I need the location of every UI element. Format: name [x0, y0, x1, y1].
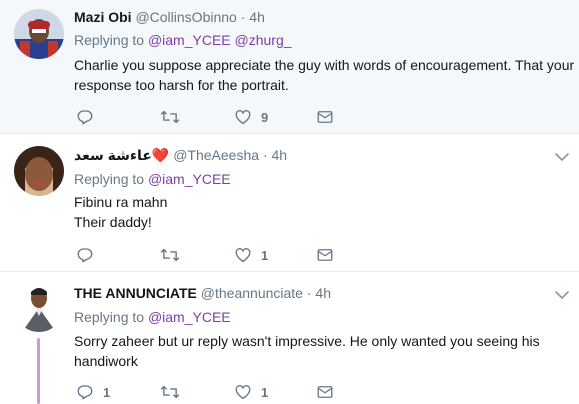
tweet-text: Fibinu ra mahn Their daddy! — [74, 192, 564, 232]
user-handle[interactable]: @TheAeesha — [173, 147, 259, 163]
tweet-header: Mazi Obi @CollinsObinno · 4h — [74, 8, 265, 26]
like-button[interactable]: 1 — [234, 382, 268, 402]
reply-icon — [77, 385, 93, 400]
retweet-icon — [160, 110, 180, 124]
envelope-icon — [317, 249, 333, 261]
retweet-button[interactable] — [160, 382, 189, 402]
retweet-button[interactable] — [160, 107, 189, 127]
replying-to-label: Replying to — [74, 309, 145, 325]
timestamp[interactable]: 4h — [315, 285, 331, 301]
timestamp[interactable]: 4h — [249, 9, 265, 25]
replying-to: Replying to @iam_YCEE — [74, 308, 231, 326]
user-handle[interactable]: @theannunciate — [201, 285, 303, 301]
tweet-actions: 1 1 — [74, 382, 374, 402]
reply-button[interactable] — [76, 107, 103, 127]
separator-dot: · — [240, 9, 246, 25]
mention-link[interactable]: @iam_YCEE — [148, 171, 231, 187]
mention-link[interactable]: @iam_YCEE — [148, 309, 231, 325]
tweet-text: Charlie you suppose appreciate the guy w… — [74, 55, 575, 95]
envelope-icon — [317, 386, 333, 398]
tweet-text-line: Their daddy! — [74, 214, 152, 230]
tweet-text: Sorry zaheer but ur reply wasn't impress… — [74, 331, 564, 371]
reply-icon — [77, 110, 93, 125]
heart-icon — [235, 385, 251, 400]
display-name[interactable]: عاءشة سعد — [74, 147, 152, 163]
tweet-actions: 1 — [74, 245, 374, 265]
replying-to-label: Replying to — [74, 32, 145, 48]
retweet-button[interactable] — [160, 245, 189, 265]
reply-icon — [77, 248, 93, 263]
like-button[interactable]: 9 — [234, 107, 268, 127]
timestamp[interactable]: 4h — [272, 147, 288, 163]
retweet-icon — [160, 248, 180, 262]
like-count: 1 — [261, 247, 269, 263]
mention-link[interactable]: @iam_YCEE — [148, 32, 231, 48]
dm-button[interactable] — [316, 245, 334, 265]
like-count: 9 — [261, 109, 269, 125]
heart-emoji-icon: ❤️ — [151, 147, 170, 163]
tweet-header: THE ANNUNCIATE @theannunciate · 4h — [74, 284, 331, 302]
avatar[interactable] — [14, 282, 64, 332]
replying-to: Replying to @iam_YCEE — [74, 170, 231, 188]
tweet-1[interactable]: Mazi Obi @CollinsObinno · 4h Replying to… — [0, 0, 579, 133]
replying-to-label: Replying to — [74, 171, 145, 187]
display-name[interactable]: Mazi Obi — [74, 9, 132, 25]
reply-count: 1 — [103, 384, 111, 400]
avatar[interactable] — [14, 9, 64, 59]
tweet-header: عاءشة سعد❤️ @TheAeesha · 4h — [74, 146, 287, 164]
like-count: 1 — [261, 384, 269, 400]
tweet-2[interactable]: عاءشة سعد❤️ @TheAeesha · 4h Replying to … — [0, 134, 579, 271]
tweet-text-line: handiwork — [74, 353, 138, 369]
display-name[interactable]: THE ANNUNCIATE — [74, 285, 197, 301]
heart-icon — [235, 110, 251, 125]
tweet-actions: 9 — [74, 107, 374, 127]
tweet-text-line: Fibinu ra mahn — [74, 194, 168, 210]
tweet-text-line: Charlie you suppose appreciate the guy w… — [74, 57, 575, 73]
tweet-text-line: Sorry zaheer but ur reply wasn't impress… — [74, 333, 540, 349]
separator-dot: · — [306, 285, 312, 301]
like-button[interactable]: 1 — [234, 245, 268, 265]
chevron-down-icon[interactable] — [555, 290, 569, 300]
envelope-icon — [317, 111, 333, 123]
dm-button[interactable] — [316, 382, 334, 402]
tweet-text-line: response too harsh for the portrait. — [74, 77, 289, 93]
replying-to: Replying to @iam_YCEE @zhurg_ — [74, 31, 292, 49]
mention-link[interactable]: @zhurg_ — [235, 32, 292, 48]
retweet-icon — [160, 385, 180, 399]
user-handle[interactable]: @CollinsObinno — [135, 9, 236, 25]
dm-button[interactable] — [316, 107, 334, 127]
reply-button[interactable]: 1 — [76, 382, 110, 402]
separator-dot: · — [262, 147, 268, 163]
chevron-down-icon[interactable] — [555, 152, 569, 162]
tweet-3[interactable]: THE ANNUNCIATE @theannunciate · 4h Reply… — [0, 272, 579, 404]
reply-button[interactable] — [76, 245, 103, 265]
thread-line — [37, 338, 40, 404]
heart-icon — [235, 248, 251, 263]
avatar[interactable] — [14, 146, 64, 196]
